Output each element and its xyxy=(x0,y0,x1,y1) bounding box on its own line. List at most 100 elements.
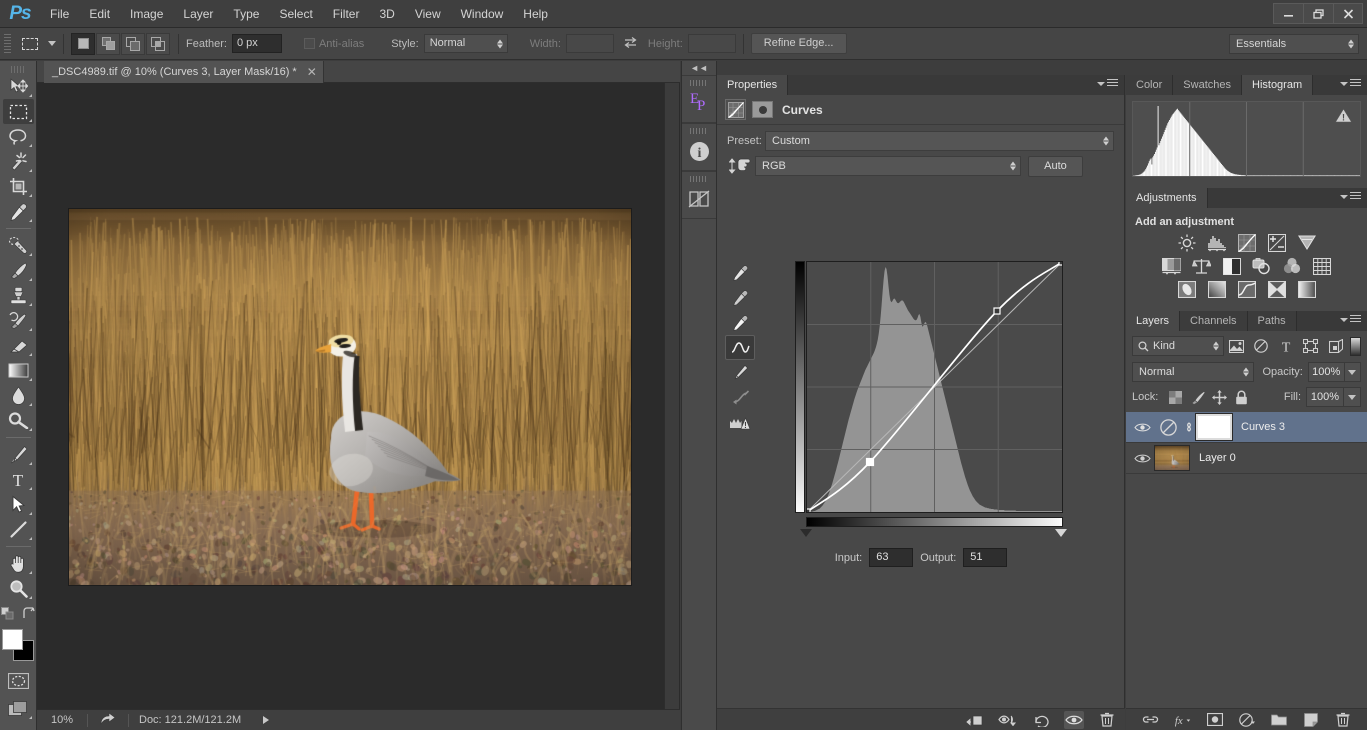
anti-alias-checkbox[interactable]: Anti-alias xyxy=(304,38,369,50)
magic-wand-icon[interactable] xyxy=(3,149,34,174)
dodge-icon[interactable] xyxy=(3,408,34,433)
adjustment-layer-filter-icon[interactable] xyxy=(1249,336,1274,356)
extensions-panel-icon[interactable]: E P xyxy=(682,75,716,123)
color-balance-icon[interactable] xyxy=(1192,257,1212,275)
swap-colors-icon[interactable] xyxy=(22,607,35,623)
layer-visibility-eye-icon[interactable] xyxy=(1130,422,1154,433)
document-image[interactable] xyxy=(68,208,632,586)
pencil-draw-curve-icon[interactable] xyxy=(725,360,755,385)
options-bar-grip[interactable] xyxy=(4,34,11,54)
exposure-icon[interactable] xyxy=(1267,234,1287,252)
swap-arrows-icon[interactable] xyxy=(622,36,640,52)
refine-edge-button[interactable]: Refine Edge... xyxy=(751,33,847,54)
new-selection-button[interactable] xyxy=(71,33,95,55)
curve-point-tool-icon[interactable] xyxy=(725,335,755,360)
curves-icon[interactable] xyxy=(1237,234,1257,252)
hue-saturation-icon[interactable] xyxy=(1162,257,1182,275)
tool-preset-chevron-down-icon[interactable] xyxy=(48,41,56,46)
history-brush-icon[interactable] xyxy=(3,308,34,333)
intersect-with-selection-button[interactable] xyxy=(146,33,170,55)
smart-object-filter-icon[interactable] xyxy=(1323,336,1348,356)
panel-grip[interactable] xyxy=(690,176,708,182)
lock-image-icon[interactable] xyxy=(1186,388,1208,406)
pixel-layer-filter-icon[interactable] xyxy=(1224,336,1249,356)
menu-help[interactable]: Help xyxy=(513,0,558,28)
quick-mask-icon[interactable] xyxy=(3,668,34,693)
eraser-icon[interactable] xyxy=(3,333,34,358)
tab-paths[interactable]: Paths xyxy=(1248,311,1297,331)
layer-mask-thumbnail[interactable] xyxy=(1196,414,1232,440)
panel-menu-icon[interactable] xyxy=(1340,79,1361,88)
selective-color-icon[interactable] xyxy=(1297,280,1317,298)
rectangular-marquee-icon[interactable] xyxy=(17,33,43,55)
layer-row-cur ves-3[interactable]: Curves 3 xyxy=(1126,412,1367,443)
color-lookup-icon[interactable] xyxy=(1312,257,1332,275)
tab-swatches[interactable]: Swatches xyxy=(1173,75,1242,95)
menu-filter[interactable]: Filter xyxy=(323,0,370,28)
info-panel-icon[interactable]: i xyxy=(682,123,716,171)
tab-histogram[interactable]: Histogram xyxy=(1242,75,1313,95)
collapse-arrows-icon[interactable]: ◄◄ xyxy=(682,61,716,75)
white-point-eyedropper-icon[interactable] xyxy=(725,310,755,335)
opacity-chevron-down-icon[interactable] xyxy=(1345,362,1361,382)
layer-filter-kind-select[interactable]: Kind xyxy=(1132,336,1224,356)
tab-properties[interactable]: Properties xyxy=(717,75,788,95)
blur-icon[interactable] xyxy=(3,383,34,408)
layer-name[interactable]: Layer 0 xyxy=(1199,452,1236,464)
feather-input[interactable]: 0 px xyxy=(232,34,282,53)
clone-stamp-icon[interactable] xyxy=(3,283,34,308)
menu-edit[interactable]: Edit xyxy=(79,0,120,28)
menu-window[interactable]: Window xyxy=(451,0,514,28)
lock-all-icon[interactable] xyxy=(1230,388,1252,406)
posterize-icon[interactable] xyxy=(1207,280,1227,298)
white-point-slider[interactable] xyxy=(1055,529,1067,537)
layer-visibility-eye-icon[interactable] xyxy=(1130,453,1154,464)
layer-thumbnail[interactable] xyxy=(1154,445,1190,471)
black-white-icon[interactable] xyxy=(1222,257,1242,275)
panel-menu-icon[interactable] xyxy=(1097,79,1118,88)
new-adjustment-icon[interactable] xyxy=(1238,711,1256,729)
lasso-icon[interactable] xyxy=(3,124,34,149)
levels-icon[interactable] xyxy=(1207,234,1227,252)
play-arrow-icon[interactable] xyxy=(263,716,269,724)
panel-grip[interactable] xyxy=(690,80,708,86)
menu-layer[interactable]: Layer xyxy=(173,0,223,28)
layer-name[interactable]: Curves 3 xyxy=(1241,421,1285,433)
line-shape-icon[interactable] xyxy=(3,517,34,542)
rectangular-marquee-icon[interactable] xyxy=(3,99,34,124)
spot-healing-brush-icon[interactable] xyxy=(3,233,34,258)
channel-mixer-icon[interactable] xyxy=(1282,257,1302,275)
vibrance-icon[interactable] xyxy=(1297,234,1317,252)
menu-type[interactable]: Type xyxy=(223,0,269,28)
tab-layers[interactable]: Layers xyxy=(1126,311,1180,331)
histogram-graph[interactable]: ! xyxy=(1132,101,1361,177)
delete-icon[interactable] xyxy=(1097,711,1117,729)
black-point-eyedropper-icon[interactable] xyxy=(725,260,755,285)
curve-graph[interactable] xyxy=(795,261,1063,525)
add-to-selection-button[interactable] xyxy=(96,33,120,55)
anti-alias-checkbox-box[interactable] xyxy=(304,38,315,49)
gradient-icon[interactable] xyxy=(3,358,34,383)
zoom-level[interactable]: 10% xyxy=(37,714,87,726)
path-selection-icon[interactable] xyxy=(3,492,34,517)
new-layer-icon[interactable] xyxy=(1302,711,1320,729)
panel-grip[interactable] xyxy=(690,128,708,134)
menu-3d[interactable]: 3D xyxy=(369,0,404,28)
input-value-field[interactable]: 63 xyxy=(869,548,913,567)
auto-button[interactable]: Auto xyxy=(1028,156,1083,177)
foreground-background-colors[interactable] xyxy=(2,629,34,661)
type-layer-filter-icon[interactable]: T xyxy=(1273,336,1298,356)
gray-point-eyedropper-icon[interactable] xyxy=(725,285,755,310)
subtract-from-selection-button[interactable] xyxy=(121,33,145,55)
fill-value[interactable]: 100% xyxy=(1306,387,1344,407)
smooth-curve-icon[interactable] xyxy=(725,385,755,410)
eyedropper-icon[interactable] xyxy=(3,199,34,224)
canvas-area[interactable] xyxy=(37,83,680,709)
curve-grid[interactable] xyxy=(806,261,1063,513)
view-previous-icon[interactable] xyxy=(1064,711,1084,729)
move-icon[interactable] xyxy=(3,74,34,99)
type-icon[interactable]: T xyxy=(3,467,34,492)
new-group-icon[interactable] xyxy=(1270,711,1288,729)
fill-chevron-down-icon[interactable] xyxy=(1344,387,1361,407)
channel-select[interactable]: RGB xyxy=(755,156,1021,176)
